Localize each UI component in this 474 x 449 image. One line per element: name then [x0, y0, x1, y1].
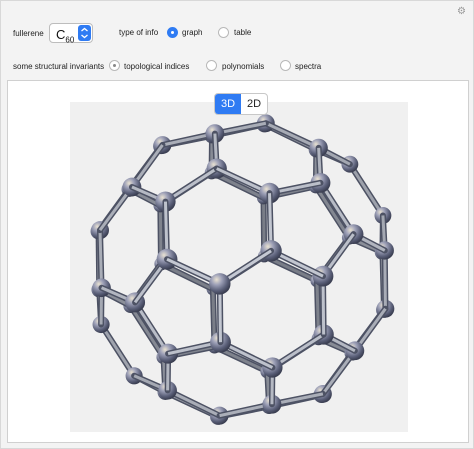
- atom: [209, 273, 231, 295]
- type-of-info-label: type of info: [119, 28, 159, 37]
- radio-table[interactable]: [218, 27, 229, 38]
- output-area: 3D 2D: [7, 80, 469, 443]
- radio-topological-indices-label: topological indices: [124, 62, 190, 71]
- radio-table-label: table: [234, 28, 252, 37]
- radio-topological-indices[interactable]: [109, 60, 120, 71]
- c60-molecule-graphic[interactable]: [70, 102, 408, 432]
- radio-spectra[interactable]: [280, 60, 291, 71]
- bond-highlight: [129, 305, 165, 358]
- fullerene-label: fullerene: [13, 29, 44, 38]
- radio-polynomials-label: polynomials: [222, 62, 265, 71]
- up-down-chevron-icon[interactable]: [78, 25, 91, 41]
- toggle-2d[interactable]: 2D: [241, 94, 267, 114]
- radio-polynomials[interactable]: [206, 60, 217, 71]
- bond-highlight: [99, 323, 136, 377]
- fullerene-value: C60: [56, 27, 75, 45]
- bond-highlight: [348, 163, 385, 217]
- invariants-label: some structural invariants: [13, 62, 105, 71]
- bond-highlight: [314, 185, 351, 239]
- molecule-viewport[interactable]: [70, 102, 408, 432]
- gear-icon[interactable]: ⚙: [457, 7, 466, 17]
- radio-graph-label: graph: [182, 28, 203, 37]
- control-panel: ⚙ fullerene C60 type of info graph table…: [0, 0, 474, 449]
- fullerene-select[interactable]: C60: [49, 23, 93, 45]
- radio-spectra-label: spectra: [295, 62, 322, 71]
- toggle-3d[interactable]: 3D: [215, 94, 241, 114]
- radio-graph[interactable]: [167, 27, 178, 38]
- view-toggle[interactable]: 3D 2D: [214, 93, 268, 115]
